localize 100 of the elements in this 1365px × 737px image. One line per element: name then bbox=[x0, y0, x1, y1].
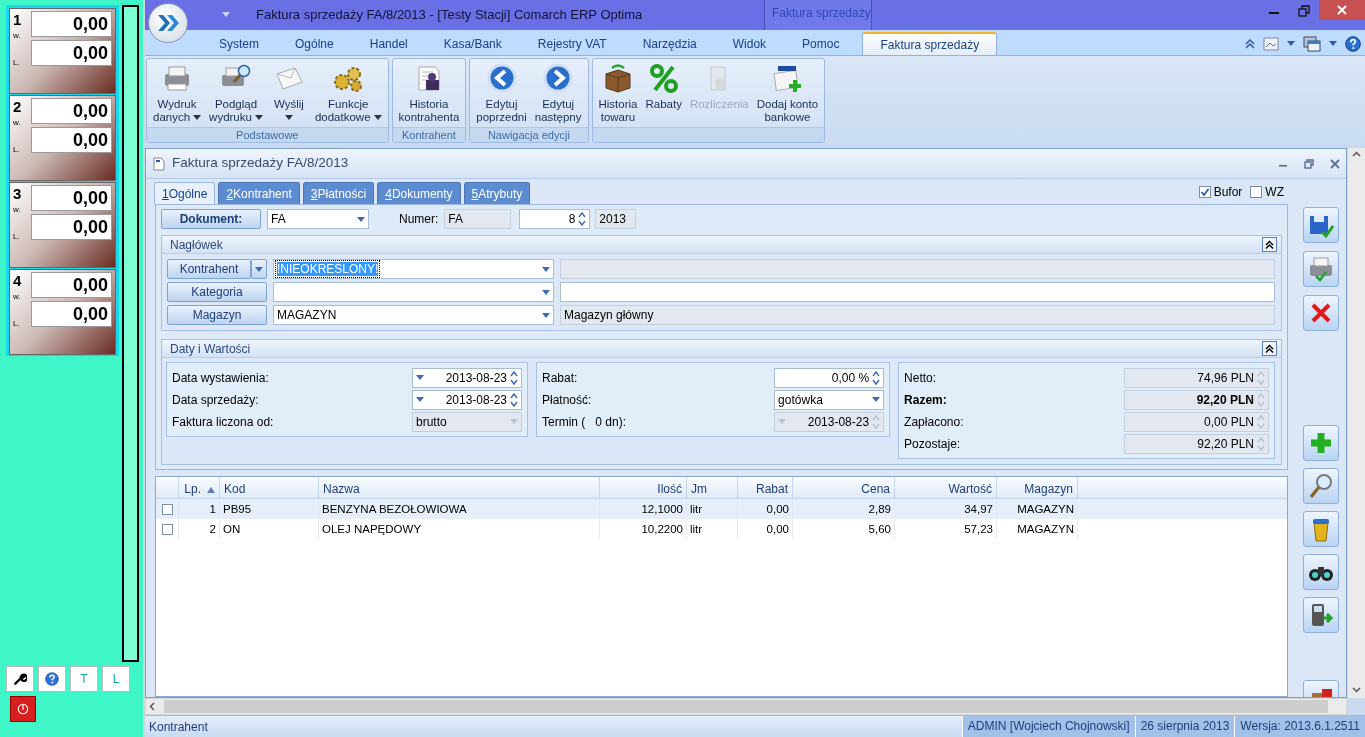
column-header[interactable]: Nazwa bbox=[319, 477, 600, 498]
dropdown-button[interactable] bbox=[251, 259, 267, 279]
ribbon-tab[interactable]: Rejestry VAT bbox=[519, 32, 625, 55]
scrollbar-thumb[interactable] bbox=[164, 700, 1328, 713]
spin-button[interactable] bbox=[578, 211, 587, 227]
status-field: 26 sierpnia 2013 bbox=[1134, 716, 1235, 737]
document-title: Faktura sprzedaży FA/8/2013 bbox=[172, 154, 349, 173]
picture-frame-icon[interactable] bbox=[1263, 36, 1279, 51]
station-number: 3 bbox=[13, 185, 23, 202]
context-tab-group: Faktura sprzedaży bbox=[764, 0, 872, 30]
value-field: 0,00 bbox=[31, 11, 112, 37]
date-field[interactable]: 2013-08-23 bbox=[412, 389, 522, 410]
ribbon-tab[interactable]: Narzędzia bbox=[624, 32, 715, 55]
caret-icon bbox=[1287, 41, 1295, 46]
column-header[interactable]: Wartość bbox=[895, 477, 997, 498]
table-cell: BENZYNA BEZOŁOWIOWA bbox=[319, 499, 600, 519]
toolbar-button[interactable] bbox=[1303, 597, 1339, 633]
chevrons-icon bbox=[155, 12, 181, 34]
checkbox[interactable] bbox=[161, 503, 173, 515]
column-header[interactable]: Magazyn bbox=[997, 477, 1078, 498]
toolbar-button[interactable] bbox=[1303, 554, 1339, 590]
collapse-icon bbox=[1265, 240, 1274, 249]
tab[interactable]: 1Ogólne bbox=[154, 182, 216, 204]
dropdown-arrow-icon bbox=[872, 397, 881, 402]
ribbon-button[interactable]: Dodaj konto bankowe bbox=[752, 62, 823, 124]
check-icon bbox=[1199, 186, 1210, 197]
field-label: Zapłacono: bbox=[904, 413, 965, 431]
field-label: L. bbox=[13, 232, 21, 241]
group-label: Nawigacja edycji bbox=[470, 127, 588, 142]
table-row[interactable]: 1 PB95 BENZYNA BEZOŁOWIOWA 12,1000 litr 0,00 2,89 34,97 MAGAZYN bbox=[156, 499, 1287, 519]
ribbon-tab[interactable]: Widok bbox=[714, 32, 785, 55]
column-header[interactable]: Kod bbox=[220, 477, 319, 498]
field-button[interactable]: Kontrahent bbox=[167, 259, 251, 279]
column-header[interactable]: Lp. bbox=[179, 477, 220, 498]
quick-access-caret-icon[interactable] bbox=[222, 12, 230, 17]
power-button[interactable] bbox=[10, 696, 36, 722]
collapse-button[interactable] bbox=[1262, 237, 1277, 252]
checkbox[interactable] bbox=[1198, 185, 1211, 198]
ribbon-button[interactable]: Historia kontrahenta bbox=[394, 62, 464, 124]
dropdown-field[interactable] bbox=[273, 282, 554, 302]
table-cell: 57,23 bbox=[895, 519, 997, 539]
collapse-button[interactable] bbox=[1262, 341, 1277, 356]
table-cell: MAGAZYN bbox=[997, 499, 1078, 519]
ribbon-button[interactable]: Wydruk danych bbox=[149, 62, 206, 124]
ribbon-button[interactable]: Historia towaru bbox=[594, 62, 642, 124]
help-button[interactable] bbox=[38, 666, 66, 692]
column-header[interactable]: Rabat bbox=[738, 477, 793, 498]
windows-icon[interactable] bbox=[1303, 35, 1321, 52]
scroll-down-icon[interactable] bbox=[1352, 687, 1361, 693]
status-field: Wersja: 2013.6.1.2511 bbox=[1234, 716, 1365, 737]
close-icon bbox=[1336, 4, 1348, 16]
collapse-ribbon-icon[interactable] bbox=[1245, 38, 1255, 49]
restore-icon[interactable] bbox=[1304, 158, 1314, 169]
ribbon-tab[interactable]: Handel bbox=[351, 32, 426, 55]
description-field[interactable] bbox=[560, 282, 1275, 302]
value-field: 0,00 bbox=[31, 301, 112, 327]
field-label: w. bbox=[13, 118, 22, 127]
ribbon-tab[interactable]: Ogólne bbox=[277, 32, 352, 55]
spin-button[interactable] bbox=[510, 369, 518, 386]
number-field[interactable]: 8 bbox=[519, 209, 591, 229]
ribbon-tab[interactable]: Faktura sprzedaży bbox=[862, 32, 998, 55]
number-field[interactable]: 0,00 % bbox=[774, 367, 885, 388]
table-cell: 12,1000 bbox=[600, 499, 687, 519]
spin-button[interactable] bbox=[510, 391, 518, 408]
dropdown-arrow-icon bbox=[542, 289, 550, 295]
value-field: 0,00 bbox=[31, 185, 112, 211]
column-header[interactable]: Cena bbox=[793, 477, 895, 498]
ribbon-tab[interactable]: Kasa/Bank bbox=[425, 32, 520, 55]
wrench-button[interactable] bbox=[6, 666, 34, 692]
checkbox[interactable] bbox=[1250, 185, 1263, 198]
ribbon-button[interactable]: Funkcje dodatkowe bbox=[310, 62, 386, 124]
help-icon[interactable] bbox=[1345, 35, 1361, 52]
ribbon-button[interactable]: Podgląd wydruku bbox=[205, 62, 267, 124]
field-label: Termin ( 0 dn): bbox=[542, 413, 628, 431]
app-menu-button[interactable] bbox=[148, 3, 188, 43]
close-button[interactable] bbox=[1319, 0, 1365, 20]
ribbon-button[interactable]: Edytuj następny bbox=[530, 62, 586, 124]
dropdown-field[interactable]: MAGAZYN bbox=[273, 305, 554, 325]
table-cell: 1 bbox=[179, 499, 220, 519]
ribbon-tab[interactable]: Pomoc bbox=[784, 32, 858, 55]
table-row[interactable]: 2 ON OLEJ NAPĘDOWY 10,2200 litr 0,00 5,60 57,23 MAGAZYN bbox=[156, 519, 1287, 539]
field-button[interactable]: Kategoria bbox=[167, 282, 267, 302]
scroll-up-icon[interactable] bbox=[1352, 151, 1361, 157]
date-field[interactable]: 2013-08-23 bbox=[412, 367, 522, 388]
document-button[interactable]: Dokument: bbox=[161, 209, 261, 229]
spin-button[interactable] bbox=[872, 369, 881, 386]
dropdown-field[interactable]: gotówka bbox=[774, 389, 885, 410]
column-header[interactable]: Ilość bbox=[600, 477, 687, 498]
field-button[interactable]: Magazyn bbox=[167, 305, 267, 325]
ribbon-button[interactable]: Edytuj poprzedni bbox=[472, 62, 531, 124]
checkbox[interactable] bbox=[161, 523, 173, 535]
ribbon-button[interactable]: Rabaty bbox=[641, 62, 686, 111]
table-cell: 5,60 bbox=[793, 519, 895, 539]
close-icon[interactable] bbox=[1330, 158, 1340, 169]
field-label: w. bbox=[13, 292, 22, 301]
ribbon-tab[interactable]: System bbox=[201, 32, 277, 55]
table-cell: 34,97 bbox=[895, 499, 997, 519]
column-header[interactable]: Jm bbox=[687, 477, 738, 498]
dropdown-field[interactable]: FA bbox=[267, 209, 369, 229]
ribbon-button[interactable]: Wyślij bbox=[266, 62, 311, 124]
